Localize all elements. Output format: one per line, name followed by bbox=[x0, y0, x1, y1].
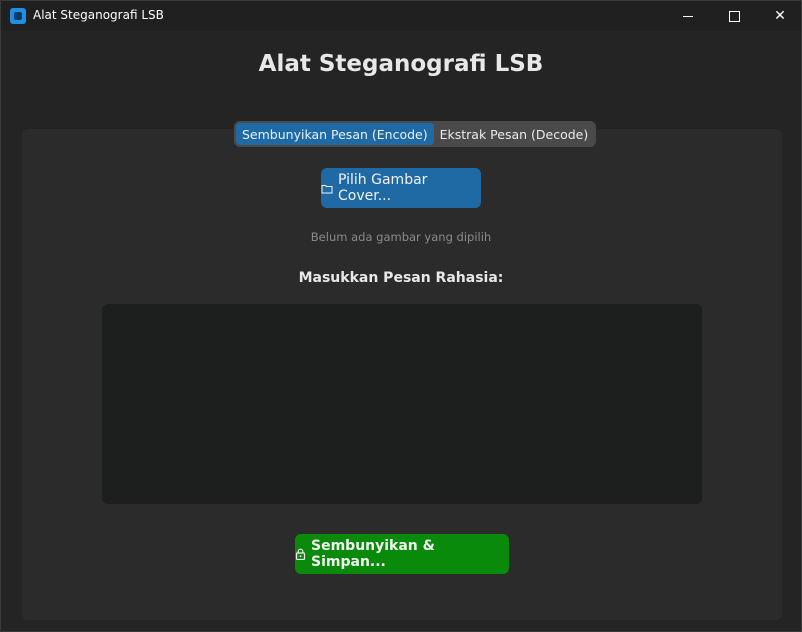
no-image-status: Belum ada gambar yang dipilih bbox=[310, 230, 492, 244]
choose-cover-label: Pilih Gambar Cover... bbox=[338, 172, 428, 204]
lock-icon bbox=[295, 548, 306, 560]
page-title: Alat Steganografi LSB bbox=[258, 51, 544, 77]
hide-and-save-label: Sembunyikan & Simpan... bbox=[311, 538, 435, 570]
close-icon: ✕ bbox=[774, 8, 786, 24]
tab-encode[interactable]: Sembunyikan Pesan (Encode) bbox=[236, 123, 434, 145]
secret-message-input[interactable] bbox=[102, 304, 702, 504]
title-bar[interactable]: Alat Steganografi LSB ✕ bbox=[1, 1, 801, 31]
tab-switcher: Sembunyikan Pesan (Encode) Ekstrak Pesan… bbox=[234, 121, 597, 147]
tab-decode[interactable]: Ekstrak Pesan (Decode) bbox=[434, 123, 595, 145]
app-window: Alat Steganografi LSB ✕ Alat Steganograf… bbox=[0, 0, 802, 632]
app-icon bbox=[10, 8, 26, 24]
minimize-button[interactable] bbox=[665, 1, 711, 31]
message-label: Masukkan Pesan Rahasia: bbox=[298, 270, 504, 286]
minimize-icon bbox=[683, 15, 693, 17]
maximize-button[interactable] bbox=[711, 1, 757, 31]
choose-cover-image-button[interactable]: Pilih Gambar Cover... bbox=[321, 168, 481, 208]
hide-and-save-button[interactable]: Sembunyikan & Simpan... bbox=[295, 534, 509, 574]
window-title: Alat Steganografi LSB bbox=[33, 8, 164, 22]
maximize-icon bbox=[728, 10, 740, 22]
close-button[interactable]: ✕ bbox=[757, 1, 802, 31]
folder-icon bbox=[321, 183, 333, 194]
